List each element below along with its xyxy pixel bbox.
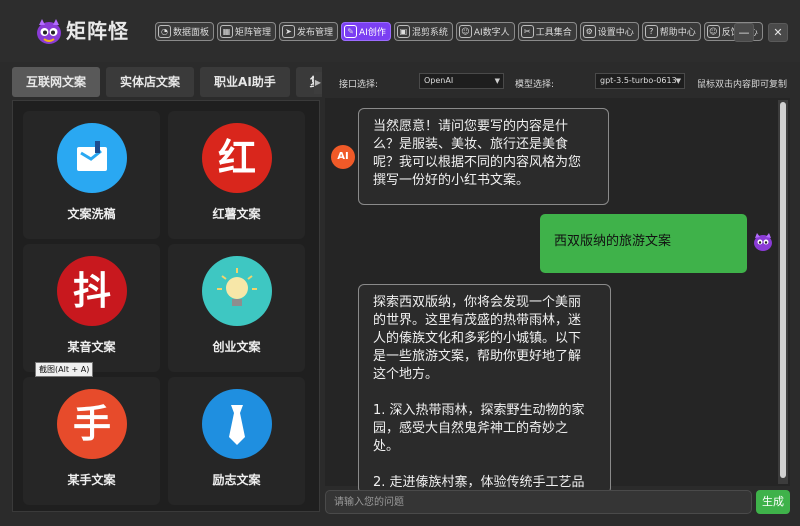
nav-button[interactable]: ➤ 发布管理 [279,22,339,41]
chevron-down-icon: ▼ [494,77,500,85]
tools-icon: ✂ [520,25,534,38]
card-label: 红薯文案 [212,207,261,221]
generate-button[interactable]: 生成 [756,490,790,514]
nav-label: 发布管理 [297,28,334,38]
nav-button[interactable]: ✂ 工具集合 [517,22,577,41]
rewrite-icon [57,123,127,193]
nav-button[interactable]: ▣ 混剪系统 [393,22,453,41]
nav-label: 设置中心 [597,28,634,38]
question-input[interactable] [325,490,752,514]
douyin-icon: 抖 [57,256,127,326]
card-rewrite[interactable]: 文案洗稿 [23,111,160,239]
nav-button[interactable]: ▦ 矩阵管理 [217,22,277,41]
copy-hint: 鼠标双击内容即可复制 [697,80,788,90]
card-kuaishou[interactable]: 手 某手文案 [23,377,160,505]
card-label: 某音文案 [67,340,116,354]
nav-button[interactable]: ◔ 数据面板 [155,22,215,41]
close-button[interactable]: ✕ [768,23,788,42]
send-icon: ➤ [282,25,296,38]
nav-label: 矩阵管理 [235,28,272,38]
minimize-button[interactable]: — [734,23,754,42]
screenshot-tooltip: 截图(Alt + A) [35,362,94,377]
nav-button[interactable]: ⚙ 设置中心 [579,22,639,41]
nav-label: 数据面板 [173,28,210,38]
tab-career-ai[interactable]: 职业AI助手 [200,67,290,97]
nav-label: AI创作 [359,28,386,38]
config-bar: 接口选择: OpenAI ▼ 模型选择: gpt-3.5-turbo-0613 ▼ … [325,67,795,97]
feedback-icon: ☺ [706,25,720,38]
tool-grid: 文案洗稿 红 红薯文案 抖 某音文案 创业文案 手 某手文案 励志文案 [12,100,320,512]
gear-icon: ⚙ [582,25,596,38]
nav-button[interactable]: ? 帮助中心 [641,22,701,41]
chat-scrollbar[interactable] [778,100,788,484]
chevron-down-icon: ▼ [675,77,681,85]
category-tabs: 互联网文案 实体店文案 职业AI助手 复 [12,67,322,97]
api-label: 接口选择: [339,80,379,90]
top-nav: ◔ 数据面板 ▦ 矩阵管理 ➤ 发布管理 ✎ AI创作 ▣ 混剪系统 ☺ AI数字人 ✂ 工具集合 ⚙ 设置中… [155,22,763,41]
tab-scroll-button[interactable]: ▶ [314,72,322,94]
user-message[interactable]: 西双版纳的旅游文案 [540,214,747,273]
tab-internet-copy[interactable]: 互联网文案 [12,67,101,97]
card-label: 某手文案 [67,473,116,487]
monster-logo-icon [37,19,61,44]
bulb-icon [202,256,272,326]
tab-store-copy[interactable]: 实体店文案 [106,67,195,97]
grid-icon: ▦ [220,25,234,38]
bot-message[interactable]: 当然愿意！请问您要写的内容是什 么？是服装、美妆、旅行还是美食 呢？我可以根据不… [358,108,609,205]
ai-icon: ✎ [344,25,358,38]
nav-label: 帮助中心 [659,28,696,38]
redbook-icon: 红 [202,123,272,193]
nav-label: AI数字人 [473,28,510,38]
card-label: 文案洗稿 [67,207,116,221]
api-select[interactable]: OpenAI ▼ [419,73,504,89]
model-label: 模型选择: [515,80,555,90]
scrollbar-thumb[interactable] [780,102,786,478]
help-icon: ? [644,25,658,38]
nav-label: 混剪系统 [411,28,448,38]
title-bar: 矩阵怪 ◔ 数据面板 ▦ 矩阵管理 ➤ 发布管理 ✎ AI创作 ▣ 混剪系统 ☺ AI数字人 ✂ 工具集合… [0,0,800,62]
model-select[interactable]: gpt-3.5-turbo-0613 ▼ [595,73,685,89]
avatar-icon: ☺ [458,25,472,38]
card-label: 创业文案 [212,340,261,354]
nav-button[interactable]: ✎ AI创作 [341,22,391,41]
card-startup[interactable]: 创业文案 [168,244,305,372]
tie-icon [202,389,272,459]
card-douyin[interactable]: 抖 某音文案 [23,244,160,372]
app-title: 矩阵怪 [66,19,129,43]
ai-avatar: AI [331,145,355,169]
card-label: 励志文案 [212,473,261,487]
card-redbook[interactable]: 红 红薯文案 [168,111,305,239]
kuaishou-icon: 手 [57,389,127,459]
nav-label: 工具集合 [535,28,572,38]
dashboard-icon: ◔ [158,25,171,38]
card-motivation[interactable]: 励志文案 [168,377,305,505]
user-avatar-icon [754,233,772,251]
nav-button[interactable]: ☺ AI数字人 [455,22,515,41]
mix-icon: ▣ [396,25,410,38]
bot-message[interactable]: 探索西双版纳，你将会发现一个美丽 的世界。这里有茂盛的热带雨林，迷 人的傣族文化… [358,284,611,494]
